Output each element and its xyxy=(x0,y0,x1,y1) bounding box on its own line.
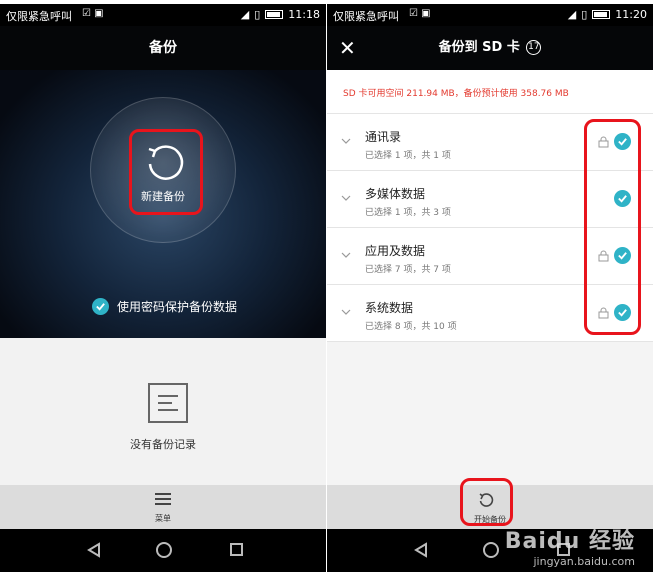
empty-area xyxy=(327,342,653,485)
sd-space-info: SD 卡可用空间 211.94 MB，备份预计使用 358.76 MB xyxy=(327,70,653,114)
chevron-down-icon[interactable] xyxy=(341,250,351,260)
item-subtitle: 已选择 1 项，共 1 项 xyxy=(365,151,451,161)
clock: 11:20 xyxy=(615,8,647,21)
chevron-down-icon[interactable] xyxy=(341,193,351,203)
item-subtitle: 已选择 8 项，共 10 项 xyxy=(365,322,457,332)
empty-state: 没有备份记录 xyxy=(0,338,326,485)
item-title: 多媒体数据 xyxy=(365,187,426,201)
battery-icon xyxy=(592,10,611,19)
menu-bar[interactable]: 菜单 xyxy=(0,485,326,529)
recent-apps-icon[interactable] xyxy=(230,543,243,556)
chevron-down-icon[interactable] xyxy=(341,136,351,146)
highlight-box xyxy=(584,119,641,335)
signal-icon: ◢ xyxy=(240,8,250,21)
item-subtitle: 已选择 7 项，共 7 项 xyxy=(365,265,451,275)
nav-bar xyxy=(0,529,326,572)
back-icon[interactable] xyxy=(413,542,429,558)
menu-icon[interactable] xyxy=(155,493,171,505)
highlight-box xyxy=(460,478,513,526)
item-count-badge: 17 xyxy=(526,40,542,55)
sim-icon: ▯ xyxy=(581,8,588,21)
hero-area: 新建备份 使用密码保护备份数据 xyxy=(0,70,326,338)
page-title: 备份 xyxy=(0,26,326,70)
page-title: 备份到 SD 卡 17 xyxy=(327,26,653,70)
sim-icon: ▯ xyxy=(254,8,261,21)
item-title: 应用及数据 xyxy=(365,244,426,258)
back-icon[interactable] xyxy=(86,542,102,558)
item-title: 通讯录 xyxy=(365,130,402,144)
document-icon xyxy=(148,383,188,423)
home-icon[interactable] xyxy=(156,542,172,558)
notification-icons: ☑ ▣ xyxy=(82,8,104,19)
highlight-box xyxy=(129,129,203,215)
home-icon[interactable] xyxy=(483,542,499,558)
password-option-label: 使用密码保护备份数据 xyxy=(117,300,238,314)
backup-to-sd-screen: 仅限紧急呼叫 ☑ ▣ ◢ ▯ 11:20 ✕ 备份到 SD 卡 17 SD 卡可… xyxy=(327,0,653,576)
status-bar: 仅限紧急呼叫 ☑ ▣ ◢ ▯ 11:20 xyxy=(327,4,653,26)
item-subtitle: 已选择 1 项，共 3 项 xyxy=(365,208,451,218)
carrier-text: 仅限紧急呼叫 xyxy=(6,10,72,23)
carrier-text: 仅限紧急呼叫 xyxy=(333,10,399,23)
signal-icon: ◢ xyxy=(567,8,577,21)
menu-label[interactable]: 菜单 xyxy=(0,513,326,524)
notification-icons: ☑ ▣ xyxy=(409,8,431,19)
battery-icon xyxy=(265,10,284,19)
watermark-url: jingyan.baidu.com xyxy=(533,555,635,568)
page-title-text: 备份到 SD 卡 xyxy=(438,40,520,55)
backup-home-screen: 仅限紧急呼叫 ☑ ▣ ◢ ▯ 11:18 备份 新建备份 使用密码保护备份数据 xyxy=(0,0,326,576)
watermark: Baidu 经验 jingyan.baidu.com xyxy=(505,523,635,568)
chevron-down-icon[interactable] xyxy=(341,307,351,317)
empty-state-text: 没有备份记录 xyxy=(130,438,196,451)
watermark-logo: Baidu 经验 xyxy=(504,529,635,554)
item-title: 系统数据 xyxy=(365,301,414,315)
status-bar: 仅限紧急呼叫 ☑ ▣ ◢ ▯ 11:18 xyxy=(0,4,326,26)
clock: 11:18 xyxy=(288,8,320,21)
password-protect-option[interactable]: 使用密码保护备份数据 xyxy=(92,298,237,315)
title-bar: ✕ 备份到 SD 卡 17 xyxy=(327,26,653,70)
checkmark-icon[interactable] xyxy=(92,298,109,315)
